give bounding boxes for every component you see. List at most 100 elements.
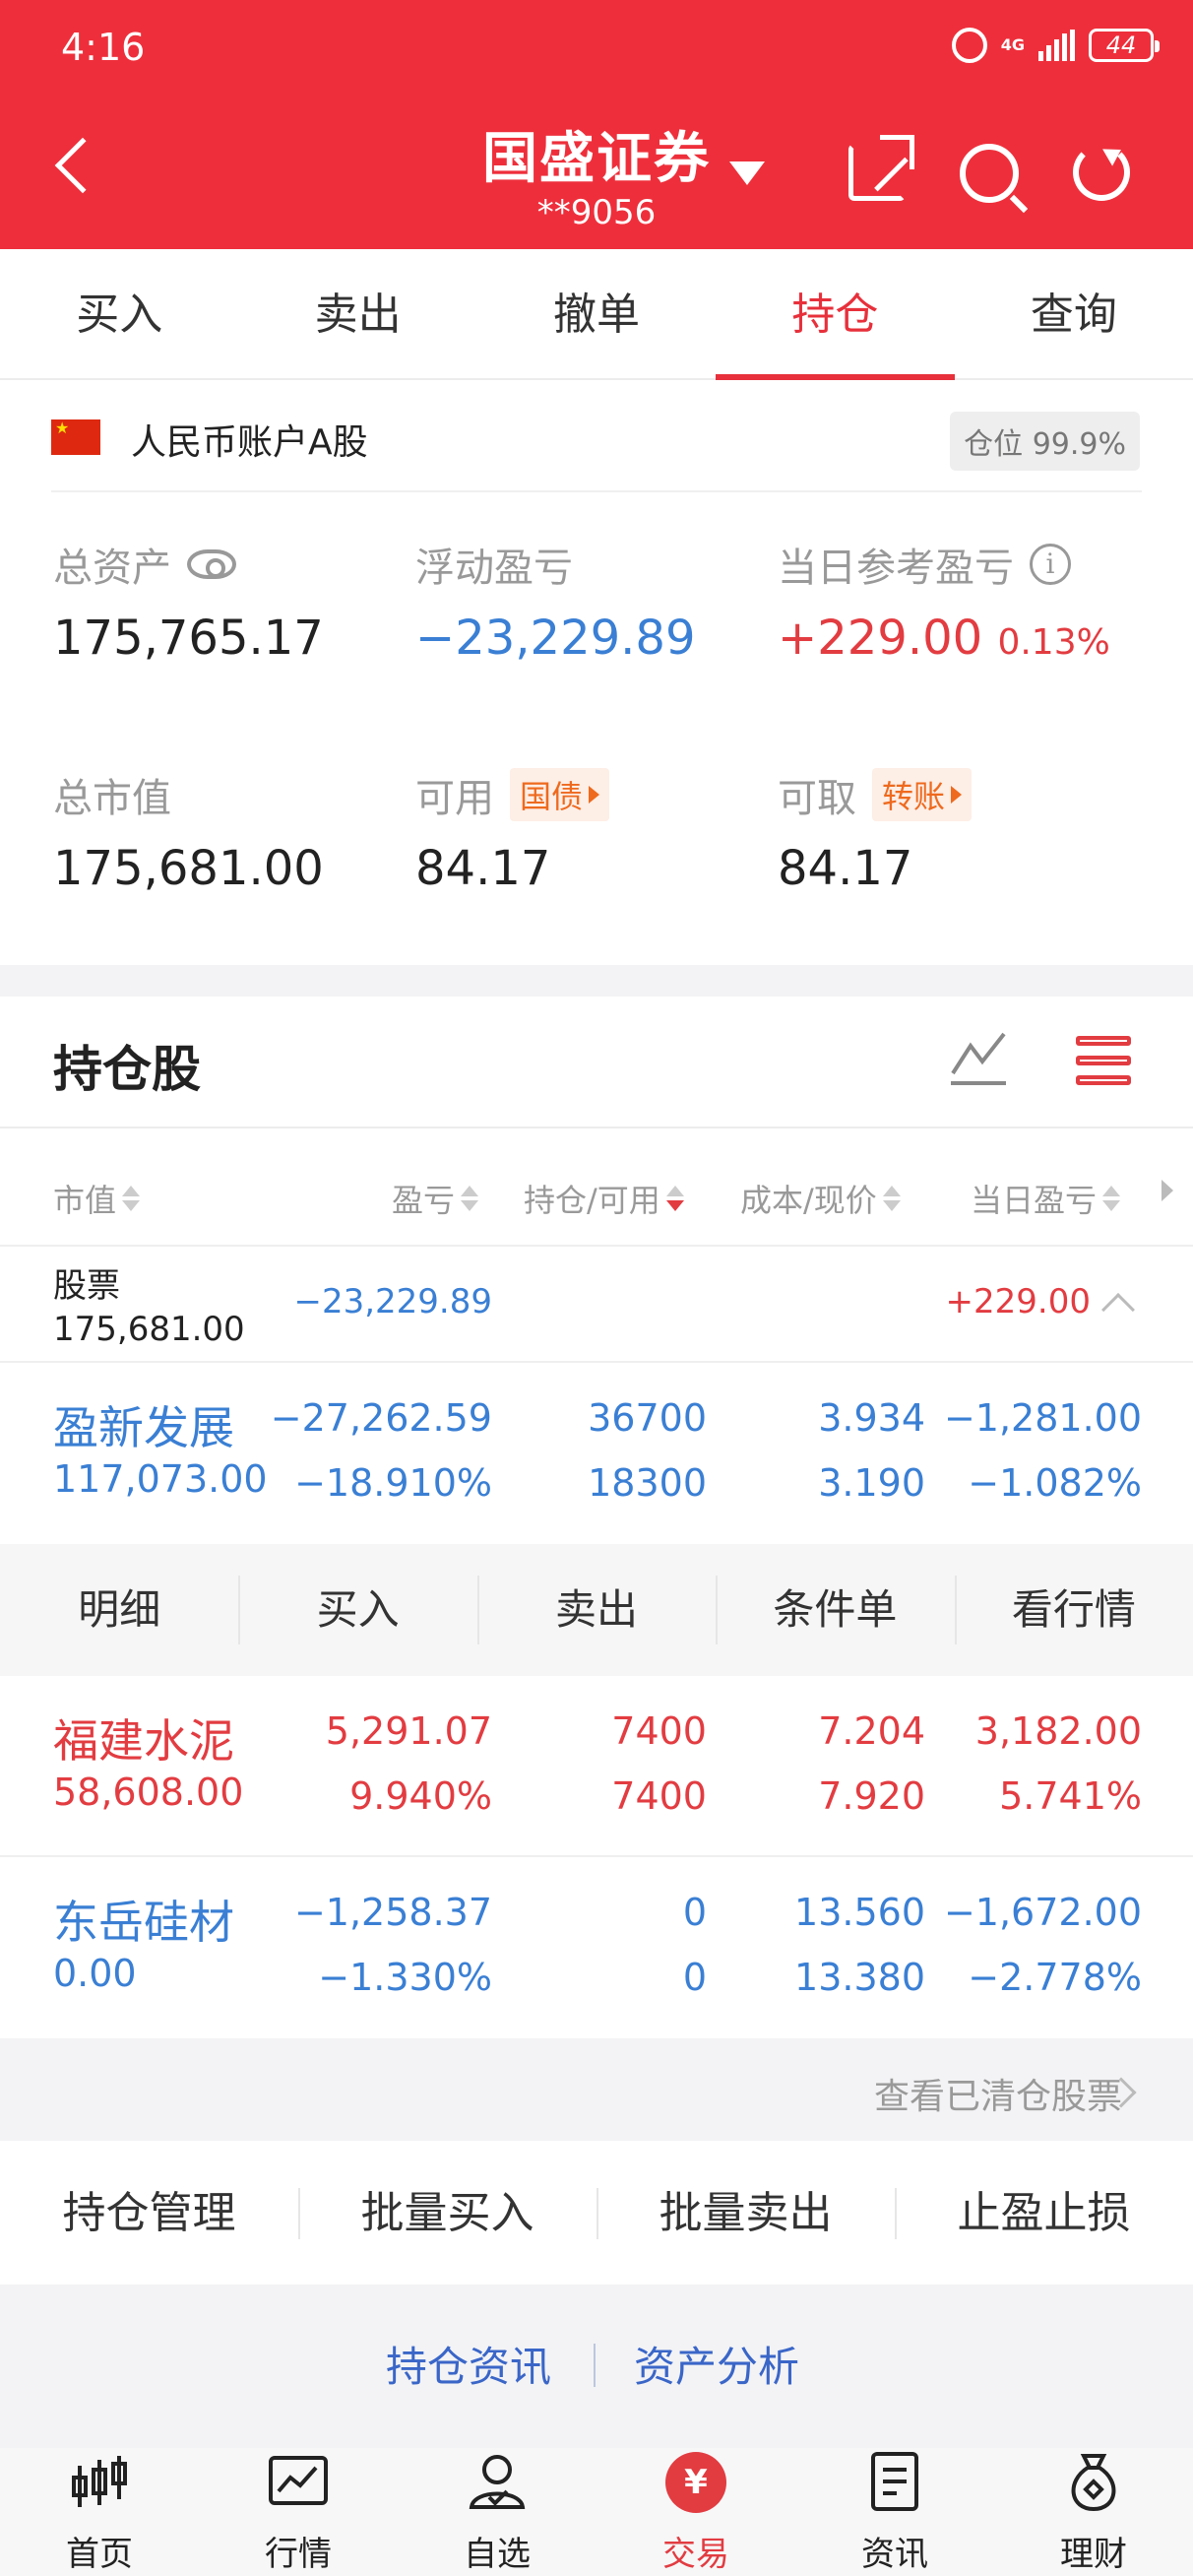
nav-market[interactable]: 行情 bbox=[199, 2448, 398, 2576]
search-icon[interactable] bbox=[960, 144, 1019, 203]
treasury-bond-chip[interactable]: 国债 bbox=[510, 768, 610, 821]
eye-icon[interactable] bbox=[187, 549, 236, 579]
holding-row[interactable]: 盈新发展 117,073.00 −27,262.59 −18.910% 3670… bbox=[0, 1363, 1193, 1544]
nav-home-label: 首页 bbox=[66, 2535, 133, 2574]
share-icon[interactable] bbox=[848, 135, 914, 201]
holding-row[interactable]: 福建水泥 58,608.00 5,291.07 9.940% 7400 7400… bbox=[0, 1676, 1193, 1857]
withdrawable-label: 可取 bbox=[778, 776, 856, 821]
take-profit-stop-loss-button[interactable]: 止盈止损 bbox=[895, 2143, 1193, 2285]
col-quantity[interactable]: 持仓/可用 bbox=[524, 1176, 684, 1221]
account-summary: 人民币账户A股 仓位 99.9% 总资产 175,765.17 浮动盈亏 −23… bbox=[0, 380, 1193, 965]
summary-market-value: 175,681.00 bbox=[53, 1310, 245, 1349]
nav-trade[interactable]: ¥ 交易 bbox=[596, 2448, 795, 2576]
signal-icon bbox=[1038, 30, 1075, 61]
action-buy[interactable]: 买入 bbox=[238, 1544, 476, 1676]
nav-home[interactable]: 首页 bbox=[0, 2448, 199, 2576]
position-management-bar: 持仓管理 批量买入 批量卖出 止盈止损 bbox=[0, 2143, 1193, 2285]
stock-name: 盈新发展 bbox=[53, 1401, 234, 1454]
total-assets-value: 175,765.17 bbox=[53, 611, 324, 666]
stock-price: 3.190 bbox=[818, 1461, 925, 1505]
stock-qty: 0 bbox=[682, 1891, 707, 1934]
tab-positions[interactable]: 持仓 bbox=[716, 249, 956, 380]
scroll-right-icon[interactable] bbox=[1162, 1180, 1173, 1201]
available-value: 84.17 bbox=[415, 841, 551, 896]
nav-watchlist[interactable]: 自选 bbox=[398, 2448, 596, 2576]
sort-icon bbox=[882, 1186, 901, 1211]
broker-title[interactable]: 国盛证券 bbox=[482, 127, 711, 191]
nav-wealth[interactable]: 理财 bbox=[994, 2448, 1193, 2576]
holdings-news-link[interactable]: 持仓资讯 bbox=[386, 2334, 551, 2394]
stock-qty: 7400 bbox=[611, 1709, 707, 1753]
nav-news[interactable]: 资讯 bbox=[795, 2448, 994, 2576]
chevron-up-icon[interactable] bbox=[1101, 1293, 1135, 1326]
market-value-value: 175,681.00 bbox=[53, 841, 324, 896]
alarm-icon bbox=[951, 28, 987, 63]
tab-sell[interactable]: 卖出 bbox=[238, 249, 476, 378]
action-conditional-order[interactable]: 条件单 bbox=[716, 1544, 954, 1676]
col-daily-pl-label: 当日盈亏 bbox=[971, 1182, 1098, 1219]
floating-pl: 浮动盈亏 −23,229.89 bbox=[415, 536, 696, 666]
stock-market-value: 58,608.00 bbox=[53, 1771, 244, 1814]
position-management-button[interactable]: 持仓管理 bbox=[0, 2143, 298, 2285]
info-links: 持仓资讯 资产分析 bbox=[0, 2285, 1193, 2448]
holding-row[interactable]: 东岳硅材 0.00 −1,258.37 −1.330% 0 0 13.560 1… bbox=[0, 1857, 1193, 2038]
bottom-nav: 首页 行情 自选 ¥ 交易 资讯 理财 bbox=[0, 2448, 1193, 2576]
stock-cost: 3.934 bbox=[818, 1396, 925, 1440]
col-quantity-label: 持仓/可用 bbox=[524, 1182, 660, 1219]
nav-news-label: 资讯 bbox=[861, 2535, 928, 2574]
position-ratio-badge: 仓位 99.9% bbox=[950, 412, 1140, 471]
cleared-stocks-bar: 查看已清仓股票 bbox=[0, 2038, 1193, 2141]
col-pl-label: 盈亏 bbox=[392, 1182, 456, 1219]
stock-name: 福建水泥 bbox=[53, 1714, 234, 1768]
list-view-icon[interactable] bbox=[1076, 1036, 1131, 1085]
stock-market-value: 117,073.00 bbox=[53, 1457, 268, 1501]
nav-watchlist-label: 自选 bbox=[464, 2535, 531, 2574]
network-label: 4G bbox=[1000, 35, 1025, 54]
stock-market-value: 0.00 bbox=[53, 1952, 137, 1995]
action-details[interactable]: 明细 bbox=[0, 1544, 238, 1676]
stock-pl: 5,291.07 bbox=[325, 1709, 492, 1753]
available-label: 可用 bbox=[415, 776, 494, 821]
col-market-value[interactable]: 市值 bbox=[53, 1176, 141, 1221]
col-daily-pl[interactable]: 当日盈亏 bbox=[971, 1176, 1121, 1221]
market-value-label: 总市值 bbox=[53, 776, 171, 821]
market-value: 总市值 175,681.00 bbox=[53, 766, 324, 896]
total-assets-label: 总资产 bbox=[53, 546, 171, 591]
line-chart-icon[interactable] bbox=[951, 1032, 1006, 1085]
sort-icon bbox=[1102, 1186, 1121, 1211]
stock-available: 18300 bbox=[588, 1461, 707, 1505]
stock-pl-pct: −1.330% bbox=[318, 1956, 492, 1999]
tab-query[interactable]: 查询 bbox=[955, 249, 1193, 378]
batch-sell-button[interactable]: 批量卖出 bbox=[596, 2143, 895, 2285]
col-pl[interactable]: 盈亏 bbox=[392, 1176, 479, 1221]
triangle-right-icon bbox=[589, 786, 600, 804]
stock-daily-pl: 3,182.00 bbox=[974, 1709, 1142, 1753]
yen-icon: ¥ bbox=[665, 2452, 726, 2513]
col-price[interactable]: 成本/现价 bbox=[740, 1176, 901, 1221]
summary-label: 股票 bbox=[53, 1266, 120, 1306]
transfer-chip[interactable]: 转账 bbox=[872, 768, 973, 821]
account-type-label: 人民币账户A股 bbox=[131, 422, 368, 463]
china-flag-icon bbox=[51, 419, 100, 455]
stock-qty: 36700 bbox=[588, 1396, 707, 1440]
summary-daily-pl: +229.00 bbox=[945, 1282, 1091, 1321]
tab-cancel[interactable]: 撤单 bbox=[477, 249, 716, 378]
info-icon[interactable]: i bbox=[1030, 544, 1071, 585]
stock-daily-pl: −1,672.00 bbox=[943, 1891, 1142, 1934]
daily-pl-value: +229.00 bbox=[778, 611, 983, 666]
batch-buy-button[interactable]: 批量买入 bbox=[298, 2143, 596, 2285]
stock-pl: −1,258.37 bbox=[293, 1891, 492, 1934]
tab-buy[interactable]: 买入 bbox=[0, 249, 238, 378]
stock-cost: 7.204 bbox=[818, 1709, 925, 1753]
app-header: 4:16 4G 44 国盛证券 **9056 bbox=[0, 0, 1193, 249]
dropdown-arrow-icon[interactable] bbox=[729, 161, 765, 185]
action-view-quote[interactable]: 看行情 bbox=[954, 1544, 1193, 1676]
status-time: 4:16 bbox=[61, 26, 146, 69]
asset-analysis-link[interactable]: 资产分析 bbox=[634, 2334, 799, 2394]
cleared-stocks-link[interactable]: 查看已清仓股票 bbox=[874, 2068, 1122, 2119]
trade-tabs: 买入 卖出 撤单 持仓 查询 bbox=[0, 249, 1193, 380]
refresh-icon[interactable] bbox=[1073, 144, 1130, 201]
transfer-chip-label: 转账 bbox=[882, 778, 946, 815]
total-assets: 总资产 175,765.17 bbox=[53, 536, 324, 666]
action-sell[interactable]: 卖出 bbox=[476, 1544, 716, 1676]
